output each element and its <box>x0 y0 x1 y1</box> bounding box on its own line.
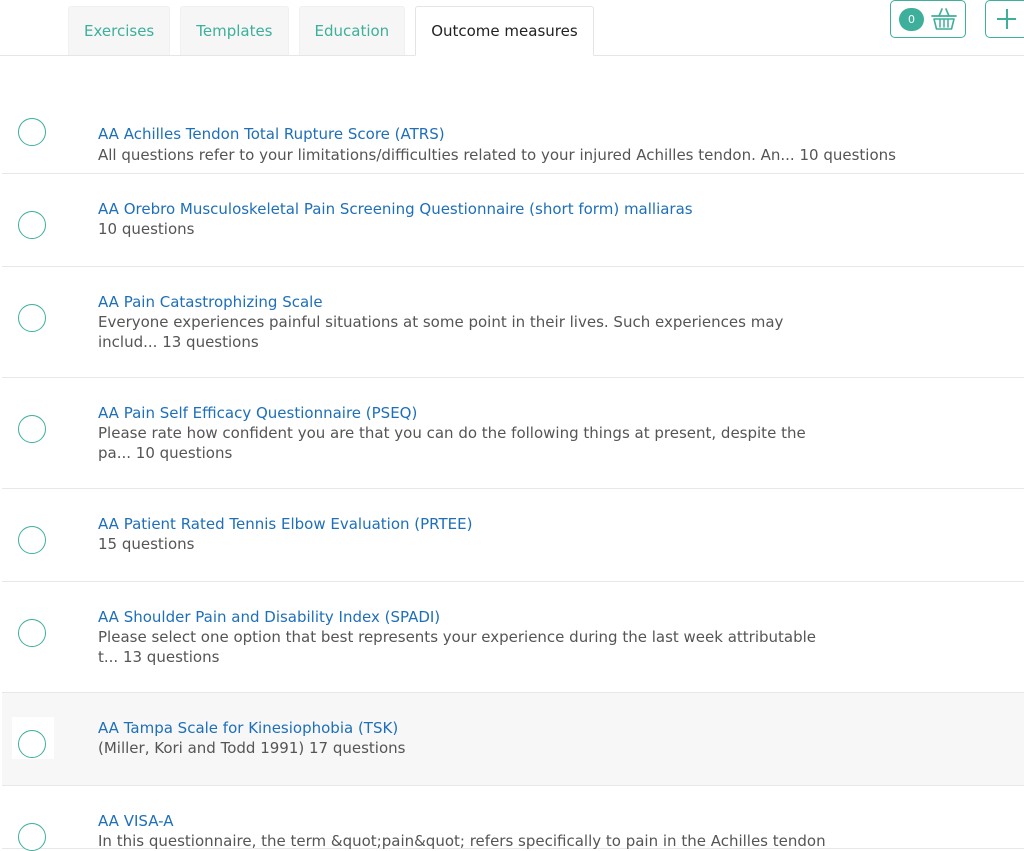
item-description: Everyone experiences painful situations … <box>98 313 784 351</box>
item-description: All questions refer to your limitations/… <box>98 146 896 164</box>
tab-outcome-measures[interactable]: Outcome measures <box>415 6 594 56</box>
list-item[interactable]: AA Tampa Scale for Kinesiophobia (TSK) (… <box>2 693 1024 786</box>
list-item[interactable]: AA VISA-A In this questionnaire, the ter… <box>2 786 1024 851</box>
basket-button[interactable]: 0 <box>890 0 966 38</box>
item-description: 15 questions <box>98 535 195 553</box>
select-radio[interactable] <box>18 730 46 758</box>
select-radio[interactable] <box>18 118 46 146</box>
basket-icon <box>931 8 957 30</box>
list-item[interactable]: AA Patient Rated Tennis Elbow Evaluation… <box>2 489 1024 582</box>
select-radio[interactable] <box>18 304 46 332</box>
item-title[interactable]: AA Orebro Musculoskeletal Pain Screening… <box>98 200 693 218</box>
select-radio[interactable] <box>18 823 46 851</box>
item-title[interactable]: AA Shoulder Pain and Disability Index (S… <box>98 608 440 626</box>
add-button[interactable] <box>985 0 1024 38</box>
item-title[interactable]: AA Pain Catastrophizing Scale <box>98 293 323 311</box>
item-title[interactable]: AA Achilles Tendon Total Rupture Score (… <box>98 125 445 143</box>
basket-count-badge: 0 <box>899 7 924 31</box>
tab-education[interactable]: Education <box>298 6 406 55</box>
item-title[interactable]: AA Patient Rated Tennis Elbow Evaluation… <box>98 515 473 533</box>
item-description: (Miller, Kori and Todd 1991) 17 question… <box>98 739 406 757</box>
item-title[interactable]: AA Tampa Scale for Kinesiophobia (TSK) <box>98 719 398 737</box>
list-item[interactable]: AA Achilles Tendon Total Rupture Score (… <box>2 75 1024 174</box>
top-bar: Exercises Templates Education Outcome me… <box>0 0 1024 56</box>
select-radio[interactable] <box>18 619 46 647</box>
select-radio[interactable] <box>18 415 46 443</box>
tab-exercises[interactable]: Exercises <box>68 6 171 55</box>
list-item[interactable]: AA Shoulder Pain and Disability Index (S… <box>2 582 1024 693</box>
item-title[interactable]: AA Pain Self Efficacy Questionnaire (PSE… <box>98 404 417 422</box>
select-radio[interactable] <box>18 211 46 239</box>
item-description: In this questionnaire, the term &quot;pa… <box>98 832 826 850</box>
select-radio[interactable] <box>18 526 46 554</box>
tab-templates[interactable]: Templates <box>180 6 289 55</box>
item-description: Please rate how confident you are that y… <box>98 424 806 462</box>
item-description: 10 questions <box>98 220 195 238</box>
tab-bar: Exercises Templates Education Outcome me… <box>68 6 604 56</box>
list-item[interactable]: AA Orebro Musculoskeletal Pain Screening… <box>2 174 1024 267</box>
list-item[interactable]: AA Pain Catastrophizing Scale Everyone e… <box>2 267 1024 378</box>
list-item[interactable]: AA Pain Self Efficacy Questionnaire (PSE… <box>2 378 1024 489</box>
item-description: Please select one option that best repre… <box>98 628 817 666</box>
item-title[interactable]: AA VISA-A <box>98 812 173 830</box>
